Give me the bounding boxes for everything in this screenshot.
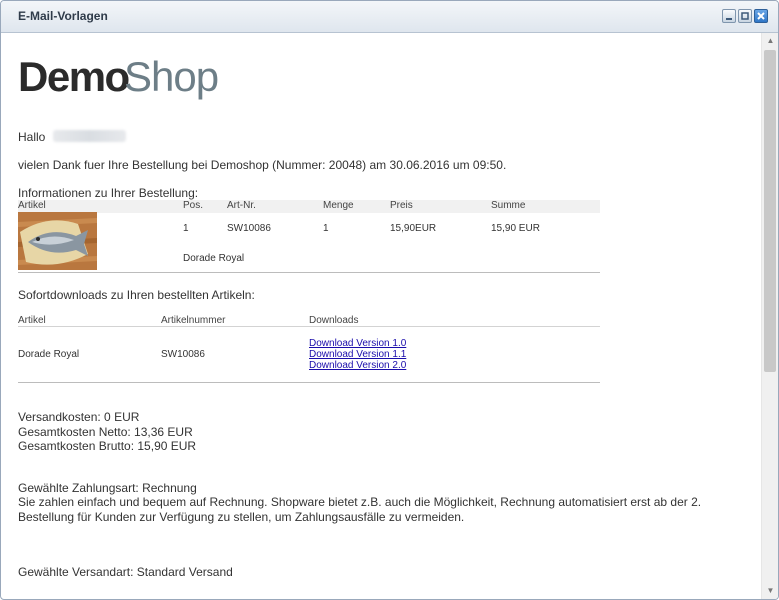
divider: [18, 382, 600, 383]
shipping-costs: Versandkosten: 0 EUR: [18, 410, 140, 424]
scroll-down-arrow-icon[interactable]: ▼: [762, 583, 778, 599]
order-info-heading: Informationen zu Ihrer Bestellung:: [18, 186, 199, 200]
order-col-pos: Pos.: [183, 200, 204, 211]
logo-demo-text: Demo: [18, 53, 130, 100]
window-titlebar[interactable]: E-Mail-Vorlagen: [1, 1, 778, 33]
payment-note-line-1: Sie zahlen einfach und bequem auf Rechnu…: [18, 495, 702, 509]
download-article-number: SW10086: [161, 349, 205, 360]
order-artnr: SW10086: [227, 223, 271, 234]
order-intro: vielen Dank fuer Ihre Bestellung bei Dem…: [18, 158, 507, 172]
payment-method: Gewählte Zahlungsart: Rechnung: [18, 481, 197, 495]
downloads-col-number: Artikelnummer: [161, 315, 226, 326]
vertical-scrollbar[interactable]: ▲ ▼: [761, 33, 778, 599]
download-link-2-0[interactable]: Download Version 2.0: [309, 360, 406, 371]
shipping-method: Gewählte Versandart: Standard Versand: [18, 565, 233, 579]
order-col-artnr: Art-Nr.: [227, 200, 256, 211]
divider: [18, 326, 600, 327]
download-link-1-1[interactable]: Download Version 1.1: [309, 349, 406, 360]
order-col-sum: Summe: [491, 200, 526, 211]
minimize-button[interactable]: [722, 9, 736, 23]
redacted-customer-name: [53, 130, 126, 142]
close-icon: [757, 12, 765, 20]
minimize-icon: [726, 18, 732, 20]
download-link-1-0[interactable]: Download Version 1.0: [309, 338, 406, 349]
order-col-price: Preis: [390, 200, 413, 211]
payment-note-line-2: Bestellung für Kunden zur Verfügung zu s…: [18, 510, 465, 524]
order-price: 15,90EUR: [390, 223, 437, 234]
order-sum: 15,90 EUR: [491, 223, 540, 234]
greeting: Hallo: [18, 130, 46, 144]
total-gross: Gesamtkosten Brutto: 15,90 EUR: [18, 439, 197, 453]
demo-shop-logo: Demo Shop: [18, 50, 219, 100]
total-net: Gesamtkosten Netto: 13,36 EUR: [18, 425, 193, 439]
scroll-up-arrow-icon[interactable]: ▲: [762, 33, 778, 49]
logo-shop-text: Shop: [124, 53, 219, 100]
downloads-col-article: Artikel: [18, 315, 46, 326]
order-qty: 1: [323, 223, 329, 234]
maximize-button[interactable]: [738, 9, 752, 23]
order-col-qty: Menge: [323, 200, 354, 211]
order-pos: 1: [183, 223, 189, 234]
downloads-heading: Sofortdownloads zu Ihren bestellten Arti…: [18, 288, 255, 302]
downloads-col-downloads: Downloads: [309, 315, 359, 326]
window-title: E-Mail-Vorlagen: [18, 9, 108, 23]
scrollbar-thumb[interactable]: [764, 50, 776, 372]
order-article-name: Dorade Royal: [183, 253, 245, 264]
divider: [18, 272, 600, 273]
maximize-icon: [741, 12, 749, 20]
order-col-article: Artikel: [18, 200, 46, 211]
email-template-window: E-Mail-Vorlagen Demo Shop Hallo vielen D…: [0, 0, 779, 600]
close-button[interactable]: [754, 9, 768, 23]
download-article: Dorade Royal: [18, 349, 80, 360]
email-preview: Demo Shop Hallo vielen Dank fuer Ihre Be…: [1, 33, 761, 599]
product-image: [18, 212, 97, 270]
